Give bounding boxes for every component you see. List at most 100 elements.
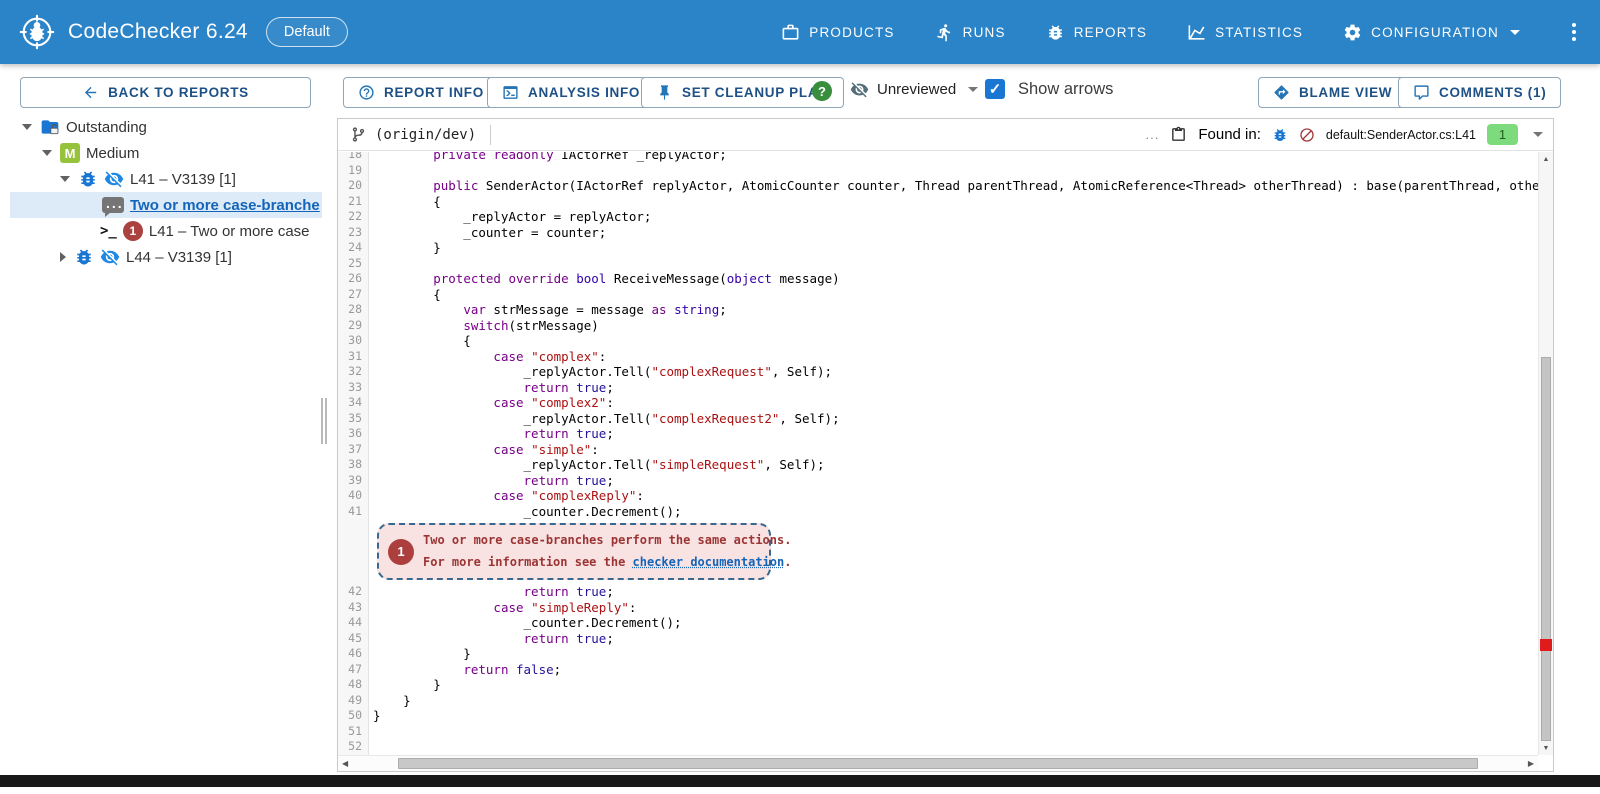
- tree-item-medium[interactable]: M Medium: [10, 140, 322, 166]
- tree-item-l41-step[interactable]: >_ 1 L41 – Two or more case: [10, 218, 322, 244]
- nav-products[interactable]: PRODUCTS: [781, 23, 894, 42]
- kebab-menu-icon[interactable]: [1566, 19, 1582, 45]
- scroll-up-arrow[interactable]: ▲: [1539, 156, 1553, 163]
- line-number: 20: [338, 178, 369, 194]
- code-line: 34 case "complex2":: [338, 395, 1538, 411]
- vertical-scroll-thumb[interactable]: [1541, 357, 1551, 741]
- severity-medium-icon: M: [60, 143, 80, 163]
- nav-statistics[interactable]: STATISTICS: [1187, 23, 1303, 42]
- terminal-prompt-icon: >_: [100, 223, 117, 239]
- git-branch-icon: [350, 126, 367, 143]
- line-number: 38: [338, 457, 369, 473]
- code-line: 23 _counter = counter;: [338, 225, 1538, 241]
- line-number: 35: [338, 411, 369, 427]
- back-to-reports-button[interactable]: BACK TO REPORTS: [20, 77, 311, 108]
- product-badge[interactable]: Default: [266, 17, 348, 47]
- chart-line-icon: [1187, 23, 1206, 42]
- scroll-left-arrow[interactable]: ◀: [342, 759, 348, 768]
- expander-down-icon[interactable]: [22, 124, 32, 130]
- bug-step-marker[interactable]: 1: [388, 539, 414, 565]
- review-status-select[interactable]: Unreviewed: [850, 80, 978, 99]
- code-line: 48 }: [338, 677, 1538, 693]
- show-arrows-checkbox[interactable]: ✓: [985, 79, 1005, 99]
- line-number: 52: [338, 739, 369, 755]
- code-line: 21 {: [338, 194, 1538, 210]
- divider: [490, 125, 491, 145]
- report-count-badge[interactable]: 1: [1487, 124, 1518, 145]
- code-text: return true;: [369, 631, 614, 647]
- line-number: 46: [338, 646, 369, 662]
- report-position-marker[interactable]: [1540, 639, 1552, 651]
- code-text: return false;: [369, 662, 561, 678]
- line-number: 21: [338, 194, 369, 210]
- code-text: return true;: [369, 584, 614, 600]
- scroll-right-arrow[interactable]: ▶: [1528, 759, 1534, 768]
- nav-configuration[interactable]: CONFIGURATION: [1343, 23, 1520, 42]
- line-number: 32: [338, 364, 369, 380]
- code-text: _replyActor = replyActor;: [369, 209, 651, 225]
- line-number: 33: [338, 380, 369, 396]
- chevron-down-icon[interactable]: [1533, 132, 1543, 137]
- checker-documentation-link[interactable]: checker documentation: [633, 555, 785, 569]
- expander-down-icon[interactable]: [60, 176, 70, 182]
- code-text: {: [369, 333, 471, 349]
- code-line: 19: [338, 163, 1538, 179]
- tree-label: L41 – V3139 [1]: [130, 171, 236, 188]
- horizontal-scroll-thumb[interactable]: [398, 758, 1478, 769]
- tree-label-selected[interactable]: Two or more case-branche: [130, 197, 320, 214]
- code-text: private readonly IActorRef _replyActor;: [369, 152, 727, 163]
- show-arrows-label: Show arrows: [1018, 80, 1113, 99]
- help-circle-outline-icon: [358, 84, 375, 101]
- code-text: {: [369, 287, 441, 303]
- expander-down-icon[interactable]: [42, 150, 52, 156]
- comments-label: COMMENTS (1): [1439, 85, 1546, 100]
- tree-label: Outstanding: [66, 119, 147, 136]
- gear-icon: [1343, 23, 1362, 42]
- nav-runs[interactable]: RUNS: [935, 23, 1006, 42]
- code-line: 44 _counter.Decrement();: [338, 615, 1538, 631]
- code-text: return true;: [369, 426, 614, 442]
- eye-off-icon: [850, 80, 869, 99]
- code-text: return true;: [369, 380, 614, 396]
- code-line: 42 return true;: [338, 584, 1538, 600]
- tree-item-outstanding[interactable]: Outstanding: [10, 114, 322, 140]
- line-number: 31: [338, 349, 369, 365]
- briefcase-icon: [781, 23, 800, 42]
- comments-button[interactable]: COMMENTS (1): [1398, 77, 1561, 108]
- bug-icon: [78, 169, 98, 189]
- blame-view-button[interactable]: BLAME VIEW: [1258, 77, 1407, 108]
- code-line: 41 _counter.Decrement();: [338, 504, 1538, 520]
- scroll-down-arrow[interactable]: ▼: [1539, 745, 1553, 752]
- report-info-button[interactable]: REPORT INFO: [343, 77, 499, 108]
- tree-label: Medium: [86, 145, 139, 162]
- codechecker-logo-icon: [18, 13, 56, 51]
- review-status-value: Unreviewed: [877, 81, 956, 98]
- found-in-file[interactable]: default:SenderActor.cs:L41: [1326, 128, 1476, 142]
- show-arrows-toggle[interactable]: ✓ Show arrows: [985, 79, 1113, 99]
- tree-item-l44-v3139[interactable]: L44 – V3139 [1]: [10, 244, 322, 270]
- sidebar-resize-handle[interactable]: [321, 398, 327, 444]
- analysis-info-button[interactable]: ANALYSIS INFO: [487, 77, 655, 108]
- tree-item-selected-report[interactable]: ... Two or more case-branche: [10, 192, 322, 218]
- line-number: 45: [338, 631, 369, 647]
- set-cleanup-plan-label: SET CLEANUP PLAN: [682, 85, 829, 100]
- expander-right-icon[interactable]: [60, 252, 66, 262]
- code-view[interactable]: 18 private readonly IActorRef _replyActo…: [338, 152, 1538, 755]
- line-number: 29: [338, 318, 369, 334]
- line-number: 50: [338, 708, 369, 724]
- runner-icon: [935, 23, 954, 42]
- code-line: 25: [338, 256, 1538, 272]
- line-number: 41: [338, 504, 369, 520]
- nav-statistics-label: STATISTICS: [1215, 25, 1303, 40]
- code-line: 49 }: [338, 693, 1538, 709]
- code-line: 36 return true;: [338, 426, 1538, 442]
- horizontal-scrollbar[interactable]: ◀ ▶: [338, 755, 1538, 771]
- nav-reports[interactable]: REPORTS: [1046, 23, 1147, 42]
- code-line: 30 {: [338, 333, 1538, 349]
- clipboard-icon[interactable]: [1170, 126, 1187, 143]
- report-tree: Outstanding M Medium L41 – V3139 [1] ...…: [0, 114, 331, 270]
- cleanup-help-icon[interactable]: ?: [812, 81, 832, 101]
- vertical-scrollbar[interactable]: ▲ ▼: [1538, 152, 1553, 755]
- tree-item-l41-v3139[interactable]: L41 – V3139 [1]: [10, 166, 322, 192]
- code-text: [369, 256, 373, 272]
